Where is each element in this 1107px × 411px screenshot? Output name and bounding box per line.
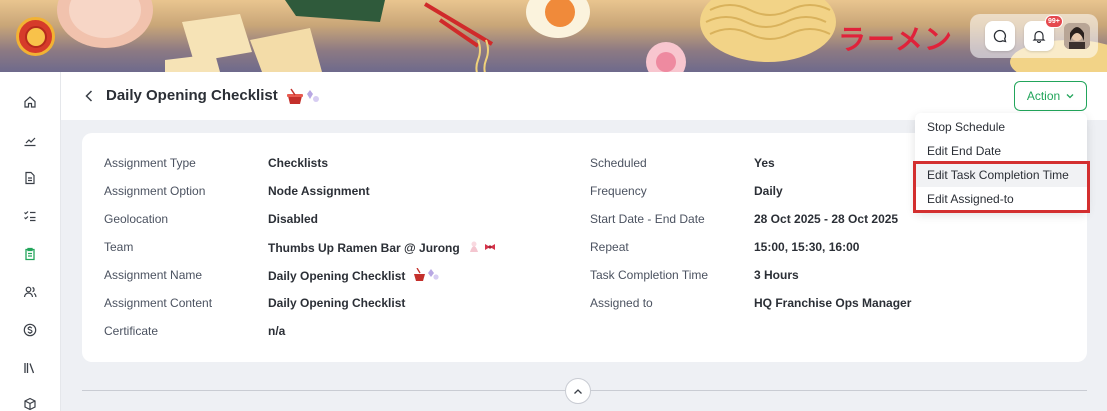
- clipboard-icon: [25, 247, 35, 261]
- page-title: Daily Opening Checklist: [106, 87, 278, 104]
- value-team: Thumbs Up Ramen Bar @ Jurong: [268, 241, 460, 255]
- notification-badge: 99+: [1045, 15, 1063, 28]
- brand-logo[interactable]: [16, 17, 55, 56]
- value-frequency: Daily: [754, 184, 783, 198]
- sidebar-item-documents[interactable]: [20, 168, 40, 188]
- dollar-icon: [23, 323, 37, 337]
- value-task-completion-time: 3 Hours: [754, 268, 799, 282]
- value-certificate: n/a: [268, 324, 286, 338]
- chat-icon: [993, 29, 1007, 43]
- highlight-box: [913, 161, 1090, 213]
- label-team: Team: [104, 240, 134, 254]
- chart-icon: [24, 137, 36, 147]
- value-date-range: 28 Oct 2025 - 28 Oct 2025: [754, 212, 899, 226]
- document-icon: [25, 171, 35, 185]
- menu-item-stop-schedule[interactable]: Stop Schedule: [915, 115, 1087, 139]
- top-banner: ラーメン: [0, 0, 1107, 72]
- value-team-row: Thumbs Up Ramen Bar @ Jurong: [268, 240, 499, 255]
- value-assignment-name: Daily Opening Checklist: [268, 269, 406, 283]
- sidebar-item-checklists[interactable]: [20, 206, 40, 226]
- value-repeat: 15:00, 15:30, 16:00: [754, 240, 860, 254]
- label-assignment-name: Assignment Name: [104, 268, 203, 282]
- label-frequency: Frequency: [590, 184, 647, 198]
- label-repeat: Repeat: [590, 240, 629, 254]
- label-geolocation: Geolocation: [104, 212, 169, 226]
- action-dropdown-button[interactable]: Action: [1014, 81, 1087, 111]
- sidebar-item-inventory[interactable]: [20, 394, 40, 411]
- collapse-button[interactable]: [565, 378, 591, 404]
- label-assignment-type: Assignment Type: [104, 156, 196, 170]
- value-assignment-content: Daily Opening Checklist: [268, 296, 406, 310]
- checklist-icon: [24, 211, 36, 222]
- name-emoji-icons: [413, 268, 439, 281]
- value-scheduled: Yes: [754, 156, 775, 170]
- sidebar-item-library[interactable]: [20, 358, 40, 378]
- title-emoji-icons: [287, 88, 319, 104]
- label-date-range: Start Date - End Date: [590, 212, 705, 226]
- value-assigned-to: HQ Franchise Ops Manager: [754, 296, 912, 310]
- users-icon: [23, 286, 37, 298]
- label-assignment-content: Assignment Content: [104, 296, 213, 310]
- chevron-left-icon: [85, 90, 93, 102]
- action-button-label: Action: [1026, 89, 1061, 103]
- library-icon: [24, 363, 35, 374]
- value-assignment-name-row: Daily Opening Checklist: [268, 268, 441, 283]
- sidebar-item-analytics[interactable]: [20, 130, 40, 150]
- sidebar-item-finance[interactable]: [20, 320, 40, 340]
- avatar-image: [1064, 23, 1090, 49]
- label-assignment-option: Assignment Option: [104, 184, 206, 198]
- sidebar: [0, 72, 61, 411]
- chat-button[interactable]: [985, 21, 1015, 51]
- box-icon: [24, 397, 36, 411]
- banner-kana-text: ラーメン: [838, 23, 953, 56]
- label-assigned-to: Assigned to: [590, 296, 653, 310]
- menu-item-edit-end-date[interactable]: Edit End Date: [915, 139, 1087, 163]
- value-assignment-option: Node Assignment: [268, 184, 370, 198]
- user-avatar[interactable]: [1064, 23, 1090, 49]
- label-task-completion-time: Task Completion Time: [590, 268, 709, 282]
- home-icon: [24, 96, 36, 108]
- sidebar-item-home[interactable]: [20, 92, 40, 112]
- label-certificate: Certificate: [104, 324, 159, 338]
- value-assignment-type: Checklists: [268, 156, 329, 170]
- chevron-up-icon: [574, 388, 582, 394]
- bell-icon: [1032, 30, 1046, 43]
- back-button[interactable]: [81, 86, 97, 106]
- team-emoji-icons: [470, 241, 496, 252]
- label-scheduled: Scheduled: [590, 156, 647, 170]
- logo-mark: [24, 25, 47, 48]
- value-geolocation: Disabled: [268, 212, 319, 226]
- chevron-down-icon: [1066, 94, 1074, 99]
- sidebar-item-users[interactable]: [20, 282, 40, 302]
- sidebar-item-assignments[interactable]: [20, 244, 40, 264]
